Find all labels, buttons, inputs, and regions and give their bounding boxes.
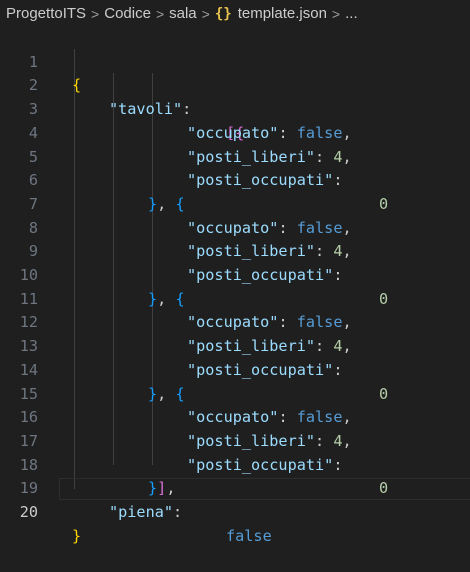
close-brace: } — [72, 526, 82, 545]
code-line[interactable]: 7 "occupato": false, — [0, 169, 470, 237]
code-line[interactable]: 9 "posti_occupati": 0 — [0, 217, 470, 307]
code-editor[interactable]: 1 { 2 "tavoli": [{ 3 "occupato": false, … — [0, 27, 470, 545]
chevron-right-icon: > — [331, 5, 341, 22]
breadcrumb-item-template-json[interactable]: template.json — [238, 5, 327, 22]
code-line[interactable]: 8 "posti_liberi": 4, — [0, 193, 470, 261]
code-line[interactable]: 18 }], — [0, 430, 470, 498]
code-line[interactable]: 12 "posti_liberi": 4, — [0, 288, 470, 355]
code-line[interactable]: 10 }, { — [0, 240, 470, 308]
code-line-current[interactable]: 20 } — [0, 477, 470, 545]
json-file-icon: {} — [214, 5, 232, 22]
chevron-right-icon: > — [155, 5, 165, 22]
chevron-right-icon: > — [91, 5, 100, 22]
code-line[interactable]: 14 }, { — [0, 335, 470, 403]
code-line[interactable]: 1 { — [0, 27, 470, 95]
colon: : — [173, 503, 183, 521]
breadcrumb-item-progettoits[interactable]: ProgettoITS — [6, 5, 86, 22]
breadcrumb: ProgettoITS > Codice > sala > {} templat… — [0, 0, 470, 27]
code-line[interactable]: 3 "occupato": false, — [0, 74, 470, 142]
code-line[interactable]: 16 "posti_liberi": 4, — [0, 383, 470, 450]
json-key: "piena" — [109, 503, 174, 521]
code-line[interactable]: 2 "tavoli": [{ — [0, 51, 470, 141]
chevron-right-icon: > — [201, 5, 210, 22]
breadcrumb-item-codice[interactable]: Codice — [104, 5, 151, 22]
json-value: false — [226, 526, 272, 545]
line-number-active: 20 — [19, 503, 38, 521]
code-line[interactable]: 6 }, { — [0, 146, 470, 213]
code-line[interactable]: 15 "occupato": false, — [0, 359, 470, 427]
breadcrumb-item-symbols[interactable]: ... — [345, 5, 358, 22]
code-line[interactable]: 17 "posti_occupati": 0 — [0, 406, 470, 497]
code-line[interactable]: 11 "occupato": false, — [0, 264, 470, 332]
code-line[interactable]: 19 "piena": false — [0, 454, 470, 544]
code-line[interactable]: 13 "posti_occupati": 0 — [0, 311, 470, 402]
code-line[interactable]: 4 "posti_liberi": 4, — [0, 98, 470, 166]
breadcrumb-item-sala[interactable]: sala — [169, 5, 197, 22]
code-line[interactable]: 5 "posti_occupati": 0 — [0, 122, 470, 213]
